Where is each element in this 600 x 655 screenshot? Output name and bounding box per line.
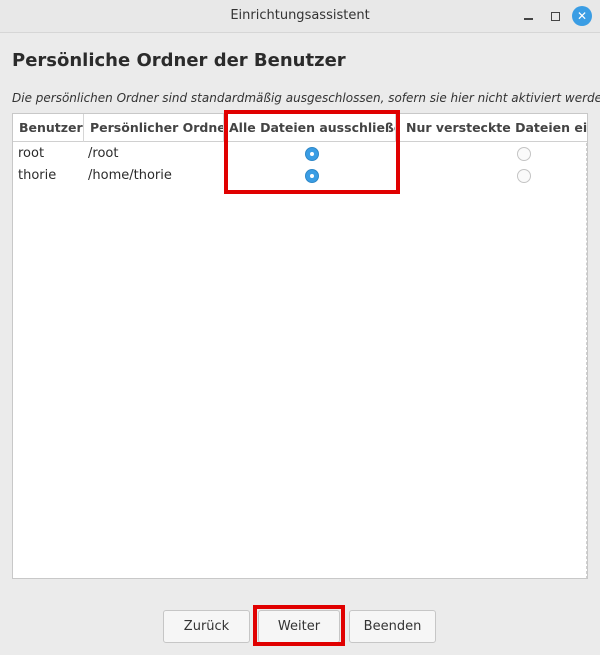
- close-icon[interactable]: ✕: [572, 6, 592, 26]
- cell-user: thorie: [18, 168, 57, 183]
- radio-hidden-only[interactable]: [517, 169, 531, 183]
- finish-button[interactable]: Beenden: [349, 610, 436, 643]
- cell-folder: /home/thorie: [88, 168, 172, 183]
- back-button[interactable]: Zurück: [163, 610, 250, 643]
- title-bar[interactable]: Einrichtungsassistent ✕: [0, 0, 600, 33]
- cell-user: root: [18, 146, 45, 161]
- column-header-home-folder[interactable]: Persönlicher Ordner: [84, 114, 224, 142]
- page-description: Die persönlichen Ordner sind standardmäß…: [12, 91, 600, 105]
- highlight-exclude-all-column: [224, 110, 400, 194]
- column-divider: [586, 143, 587, 578]
- radio-hidden-only[interactable]: [517, 147, 531, 161]
- highlight-next-button: [253, 605, 345, 646]
- maximize-icon[interactable]: [545, 6, 565, 26]
- column-header-hidden-only[interactable]: Nur versteckte Dateien einschließen: [396, 114, 587, 142]
- cell-folder: /root: [88, 146, 119, 161]
- column-header-user[interactable]: Benutzer: [13, 114, 84, 142]
- window-title: Einrichtungsassistent: [230, 8, 370, 23]
- minimize-icon[interactable]: [518, 6, 538, 26]
- page-title: Persönliche Ordner der Benutzer: [12, 50, 346, 71]
- setup-wizard-window: Einrichtungsassistent ✕ Persönliche Ordn…: [0, 0, 600, 655]
